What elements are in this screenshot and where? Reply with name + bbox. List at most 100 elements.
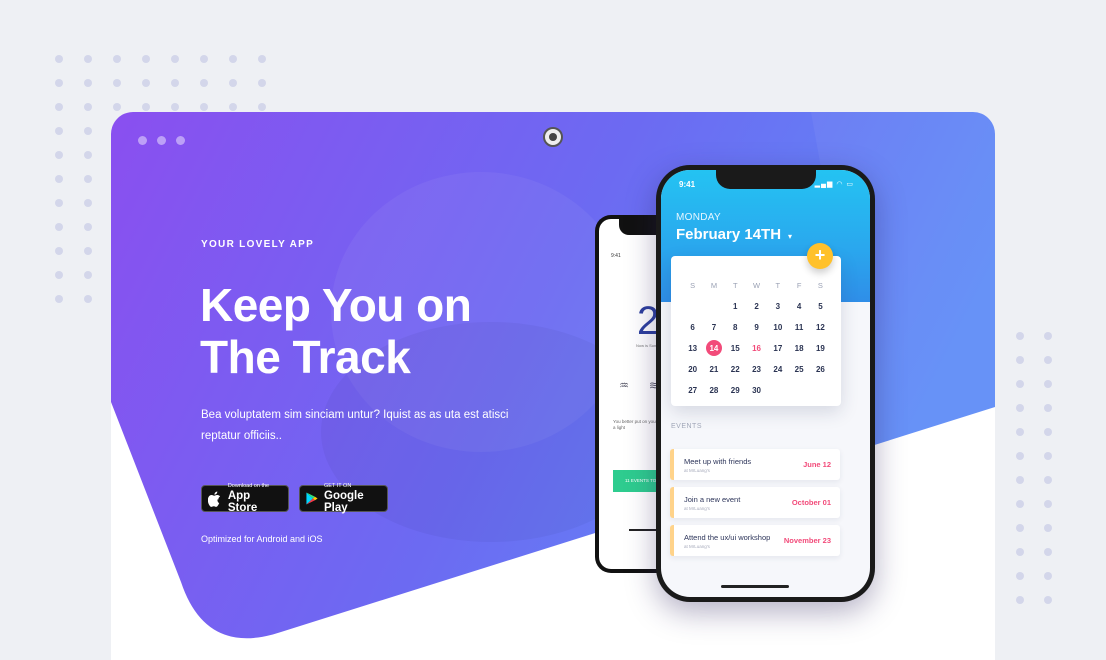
decor-dot [200,103,208,111]
calendar-day[interactable]: 6 [682,317,703,338]
front-phone-screen: 9:41 ▂▄▆ ◠ ▭ MONDAY February 14TH ▾ S M T W… [661,170,870,597]
calendar-day[interactable]: 8 [725,317,746,338]
phone-notch [716,170,816,189]
calendar-day[interactable]: 28 [703,380,724,401]
decor-dot [1044,572,1052,580]
decor-dot [258,55,266,63]
weekday-header: T [732,281,738,290]
weekday-header: M [710,281,718,290]
event-title: Join a new event [684,495,741,504]
decor-dot [1044,380,1052,388]
calendar-grid: S M T W T F S 1 2 3 4 5 6 7 8 9 10 11 12 13 14 15 16 17 18 19 20 21… [682,275,832,401]
decor-dot [1016,452,1024,460]
event-location: at MrLuang's [684,544,710,549]
calendar-day[interactable]: 21 [703,359,724,380]
calendar-day[interactable]: 17 [767,338,788,359]
decor-dot [55,127,63,135]
calendar-day[interactable]: 26 [810,359,831,380]
weekday-header: F [796,281,802,290]
weekday-label: MONDAY [676,212,721,223]
calendar-empty-cell [810,380,831,401]
event-card[interactable]: Join a new event at MrLuang's October 01 [670,487,840,518]
event-title: Meet up with friends [684,457,752,466]
event-date: October 01 [791,498,831,507]
decor-dot [84,127,92,135]
window-controls [138,136,185,145]
decor-dot [229,55,237,63]
decor-dot [55,223,63,231]
google-play-button[interactable]: GET IT ON Google Play [299,483,388,514]
decor-dot [142,103,150,111]
calendar-day[interactable]: 29 [725,380,746,401]
decor-dot [229,103,237,111]
hero-eyebrow: YOUR LOVELY APP [201,239,315,250]
event-date: November 23 [783,536,831,545]
decor-dot [200,55,208,63]
decor-dot [1016,596,1024,604]
window-dot [176,136,185,145]
decor-dot [1016,476,1024,484]
decor-dot [1044,500,1052,508]
app-store-button[interactable]: Download on the App Store [201,483,289,514]
decor-dot [171,103,179,111]
decor-dot [142,79,150,87]
decor-dot [1016,524,1024,532]
decor-dot [1016,500,1024,508]
calendar-day[interactable]: 18 [788,338,809,359]
decor-dot [1016,356,1024,364]
calendar-day[interactable]: 4 [788,296,809,317]
decor-dot [55,79,63,87]
calendar-day[interactable]: 19 [810,338,831,359]
events-label: EVENTS [671,423,703,430]
calendar-day[interactable]: 3 [767,296,788,317]
calendar-day[interactable]: 13 [682,338,703,359]
calendar-day[interactable]: 24 [767,359,788,380]
add-event-button[interactable]: + [807,243,833,269]
calendar-day[interactable]: 22 [725,359,746,380]
decor-dot [84,151,92,159]
calendar-day[interactable]: 9 [746,317,767,338]
weekday-header: S [817,281,823,290]
window-dot [157,136,166,145]
event-card[interactable]: Attend the ux/ui workshop at MrLuang's Nov… [670,525,840,556]
calendar-day[interactable]: 5 [810,296,831,317]
hero-headline: Keep You on The Track [200,279,472,383]
decor-dot [229,79,237,87]
calendar-day[interactable]: 23 [746,359,767,380]
event-date: June 12 [803,460,831,469]
date-title[interactable]: February 14TH [676,226,781,243]
decor-dot [55,175,63,183]
calendar-day[interactable]: 12 [810,317,831,338]
decor-dot [55,247,63,255]
calendar-day[interactable]: 25 [788,359,809,380]
decor-dot [1044,452,1052,460]
calendar-card: S M T W T F S 1 2 3 4 5 6 7 8 9 10 11 12 13 14 15 16 17 18 19 20 21… [671,256,841,406]
calendar-day[interactable]: 14 [703,338,724,359]
window-dot [138,136,147,145]
calendar-day[interactable]: 15 [725,338,746,359]
calendar-day[interactable]: 30 [746,380,767,401]
calendar-day[interactable]: 10 [767,317,788,338]
event-card[interactable]: Meet up with friends at MrLuang's June 12 [670,449,840,480]
decor-dot [113,103,121,111]
calendar-day[interactable]: 20 [682,359,703,380]
calendar-day[interactable]: 7 [703,317,724,338]
calendar-day[interactable]: 2 [746,296,767,317]
calendar-day[interactable]: 27 [682,380,703,401]
decor-dot [84,79,92,87]
google-play-label: Google Play [324,490,364,514]
decor-dot [113,55,121,63]
decor-dot [142,55,150,63]
calendar-day[interactable]: 16 [746,338,767,359]
decor-dot [1044,476,1052,484]
calendar-day[interactable]: 1 [725,296,746,317]
decor-dot [84,223,92,231]
status-time: 9:41 [679,180,696,189]
calendar-day[interactable]: 11 [788,317,809,338]
decor-dot [84,175,92,183]
chevron-down-icon[interactable]: ▾ [788,232,792,241]
decor-dot [1044,356,1052,364]
app-store-label: App Store [227,490,258,514]
decor-dot [258,103,266,111]
weekday-header: S [690,281,696,290]
